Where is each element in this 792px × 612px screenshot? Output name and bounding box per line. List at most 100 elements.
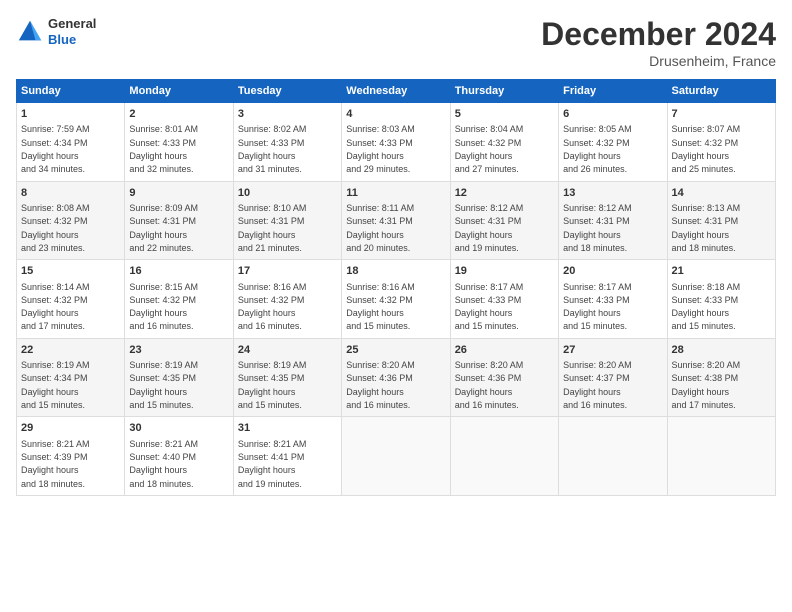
col-thursday: Thursday bbox=[450, 80, 558, 103]
table-row: 10 Sunrise: 8:10 AMSunset: 4:31 PMDaylig… bbox=[233, 181, 341, 260]
calendar-week-row: 15 Sunrise: 8:14 AMSunset: 4:32 PMDaylig… bbox=[17, 260, 776, 339]
calendar-week-row: 22 Sunrise: 8:19 AMSunset: 4:34 PMDaylig… bbox=[17, 338, 776, 417]
col-saturday: Saturday bbox=[667, 80, 775, 103]
day-info: Sunrise: 8:20 AMSunset: 4:37 PMDaylight … bbox=[563, 360, 632, 410]
day-number: 21 bbox=[672, 264, 771, 279]
day-info: Sunrise: 8:21 AMSunset: 4:39 PMDaylight … bbox=[21, 439, 90, 489]
day-info: Sunrise: 7:59 AMSunset: 4:34 PMDaylight … bbox=[21, 124, 90, 174]
day-info: Sunrise: 8:15 AMSunset: 4:32 PMDaylight … bbox=[129, 282, 198, 332]
page: General Blue December 2024 Drusenheim, F… bbox=[0, 0, 792, 506]
day-info: Sunrise: 8:08 AMSunset: 4:32 PMDaylight … bbox=[21, 203, 90, 253]
day-number: 29 bbox=[21, 421, 120, 436]
day-info: Sunrise: 8:19 AMSunset: 4:34 PMDaylight … bbox=[21, 360, 90, 410]
day-info: Sunrise: 8:20 AMSunset: 4:36 PMDaylight … bbox=[455, 360, 524, 410]
day-info: Sunrise: 8:03 AMSunset: 4:33 PMDaylight … bbox=[346, 124, 415, 174]
table-row: 2 Sunrise: 8:01 AMSunset: 4:33 PMDayligh… bbox=[125, 103, 233, 182]
day-info: Sunrise: 8:20 AMSunset: 4:38 PMDaylight … bbox=[672, 360, 741, 410]
table-row: 30 Sunrise: 8:21 AMSunset: 4:40 PMDaylig… bbox=[125, 417, 233, 496]
table-row: 6 Sunrise: 8:05 AMSunset: 4:32 PMDayligh… bbox=[559, 103, 667, 182]
day-number: 25 bbox=[346, 343, 445, 358]
day-number: 13 bbox=[563, 186, 662, 201]
table-row: 8 Sunrise: 8:08 AMSunset: 4:32 PMDayligh… bbox=[17, 181, 125, 260]
table-row: 12 Sunrise: 8:12 AMSunset: 4:31 PMDaylig… bbox=[450, 181, 558, 260]
day-number: 24 bbox=[238, 343, 337, 358]
day-number: 31 bbox=[238, 421, 337, 436]
day-number: 8 bbox=[21, 186, 120, 201]
day-number: 2 bbox=[129, 107, 228, 122]
table-row: 20 Sunrise: 8:17 AMSunset: 4:33 PMDaylig… bbox=[559, 260, 667, 339]
col-tuesday: Tuesday bbox=[233, 80, 341, 103]
day-number: 12 bbox=[455, 186, 554, 201]
day-info: Sunrise: 8:02 AMSunset: 4:33 PMDaylight … bbox=[238, 124, 307, 174]
table-row: 23 Sunrise: 8:19 AMSunset: 4:35 PMDaylig… bbox=[125, 338, 233, 417]
table-row: 13 Sunrise: 8:12 AMSunset: 4:31 PMDaylig… bbox=[559, 181, 667, 260]
day-info: Sunrise: 8:18 AMSunset: 4:33 PMDaylight … bbox=[672, 282, 741, 332]
day-info: Sunrise: 8:07 AMSunset: 4:32 PMDaylight … bbox=[672, 124, 741, 174]
day-number: 7 bbox=[672, 107, 771, 122]
day-info: Sunrise: 8:17 AMSunset: 4:33 PMDaylight … bbox=[563, 282, 632, 332]
table-row bbox=[559, 417, 667, 496]
day-number: 5 bbox=[455, 107, 554, 122]
table-row: 3 Sunrise: 8:02 AMSunset: 4:33 PMDayligh… bbox=[233, 103, 341, 182]
day-info: Sunrise: 8:19 AMSunset: 4:35 PMDaylight … bbox=[238, 360, 307, 410]
day-number: 3 bbox=[238, 107, 337, 122]
day-number: 27 bbox=[563, 343, 662, 358]
table-row: 4 Sunrise: 8:03 AMSunset: 4:33 PMDayligh… bbox=[342, 103, 450, 182]
table-row: 27 Sunrise: 8:20 AMSunset: 4:37 PMDaylig… bbox=[559, 338, 667, 417]
table-row: 19 Sunrise: 8:17 AMSunset: 4:33 PMDaylig… bbox=[450, 260, 558, 339]
day-number: 10 bbox=[238, 186, 337, 201]
table-row: 15 Sunrise: 8:14 AMSunset: 4:32 PMDaylig… bbox=[17, 260, 125, 339]
col-monday: Monday bbox=[125, 80, 233, 103]
logo: General Blue bbox=[16, 16, 96, 47]
table-row: 18 Sunrise: 8:16 AMSunset: 4:32 PMDaylig… bbox=[342, 260, 450, 339]
table-row: 1 Sunrise: 7:59 AMSunset: 4:34 PMDayligh… bbox=[17, 103, 125, 182]
table-row: 29 Sunrise: 8:21 AMSunset: 4:39 PMDaylig… bbox=[17, 417, 125, 496]
day-number: 15 bbox=[21, 264, 120, 279]
table-row: 14 Sunrise: 8:13 AMSunset: 4:31 PMDaylig… bbox=[667, 181, 775, 260]
day-info: Sunrise: 8:16 AMSunset: 4:32 PMDaylight … bbox=[346, 282, 415, 332]
calendar-week-row: 8 Sunrise: 8:08 AMSunset: 4:32 PMDayligh… bbox=[17, 181, 776, 260]
day-number: 26 bbox=[455, 343, 554, 358]
day-number: 19 bbox=[455, 264, 554, 279]
table-row: 24 Sunrise: 8:19 AMSunset: 4:35 PMDaylig… bbox=[233, 338, 341, 417]
day-number: 20 bbox=[563, 264, 662, 279]
table-row: 16 Sunrise: 8:15 AMSunset: 4:32 PMDaylig… bbox=[125, 260, 233, 339]
table-row: 11 Sunrise: 8:11 AMSunset: 4:31 PMDaylig… bbox=[342, 181, 450, 260]
table-row bbox=[667, 417, 775, 496]
day-info: Sunrise: 8:16 AMSunset: 4:32 PMDaylight … bbox=[238, 282, 307, 332]
logo-icon bbox=[16, 18, 44, 46]
day-info: Sunrise: 8:12 AMSunset: 4:31 PMDaylight … bbox=[455, 203, 524, 253]
day-number: 11 bbox=[346, 186, 445, 201]
day-number: 1 bbox=[21, 107, 120, 122]
day-number: 16 bbox=[129, 264, 228, 279]
day-number: 14 bbox=[672, 186, 771, 201]
day-number: 18 bbox=[346, 264, 445, 279]
day-info: Sunrise: 8:11 AMSunset: 4:31 PMDaylight … bbox=[346, 203, 414, 253]
day-info: Sunrise: 8:17 AMSunset: 4:33 PMDaylight … bbox=[455, 282, 524, 332]
calendar-table: Sunday Monday Tuesday Wednesday Thursday… bbox=[16, 79, 776, 496]
day-number: 9 bbox=[129, 186, 228, 201]
day-info: Sunrise: 8:13 AMSunset: 4:31 PMDaylight … bbox=[672, 203, 741, 253]
day-number: 17 bbox=[238, 264, 337, 279]
logo-text: General Blue bbox=[48, 16, 96, 47]
table-row: 22 Sunrise: 8:19 AMSunset: 4:34 PMDaylig… bbox=[17, 338, 125, 417]
logo-blue: Blue bbox=[48, 32, 96, 48]
table-row: 26 Sunrise: 8:20 AMSunset: 4:36 PMDaylig… bbox=[450, 338, 558, 417]
table-row bbox=[450, 417, 558, 496]
day-number: 30 bbox=[129, 421, 228, 436]
table-row: 5 Sunrise: 8:04 AMSunset: 4:32 PMDayligh… bbox=[450, 103, 558, 182]
day-number: 6 bbox=[563, 107, 662, 122]
day-info: Sunrise: 8:20 AMSunset: 4:36 PMDaylight … bbox=[346, 360, 415, 410]
day-info: Sunrise: 8:09 AMSunset: 4:31 PMDaylight … bbox=[129, 203, 198, 253]
day-info: Sunrise: 8:04 AMSunset: 4:32 PMDaylight … bbox=[455, 124, 524, 174]
table-row: 25 Sunrise: 8:20 AMSunset: 4:36 PMDaylig… bbox=[342, 338, 450, 417]
table-row: 28 Sunrise: 8:20 AMSunset: 4:38 PMDaylig… bbox=[667, 338, 775, 417]
day-info: Sunrise: 8:21 AMSunset: 4:41 PMDaylight … bbox=[238, 439, 307, 489]
day-number: 28 bbox=[672, 343, 771, 358]
calendar-week-row: 29 Sunrise: 8:21 AMSunset: 4:39 PMDaylig… bbox=[17, 417, 776, 496]
col-sunday: Sunday bbox=[17, 80, 125, 103]
table-row: 17 Sunrise: 8:16 AMSunset: 4:32 PMDaylig… bbox=[233, 260, 341, 339]
table-row: 7 Sunrise: 8:07 AMSunset: 4:32 PMDayligh… bbox=[667, 103, 775, 182]
day-info: Sunrise: 8:19 AMSunset: 4:35 PMDaylight … bbox=[129, 360, 198, 410]
page-subtitle: Drusenheim, France bbox=[541, 53, 776, 69]
